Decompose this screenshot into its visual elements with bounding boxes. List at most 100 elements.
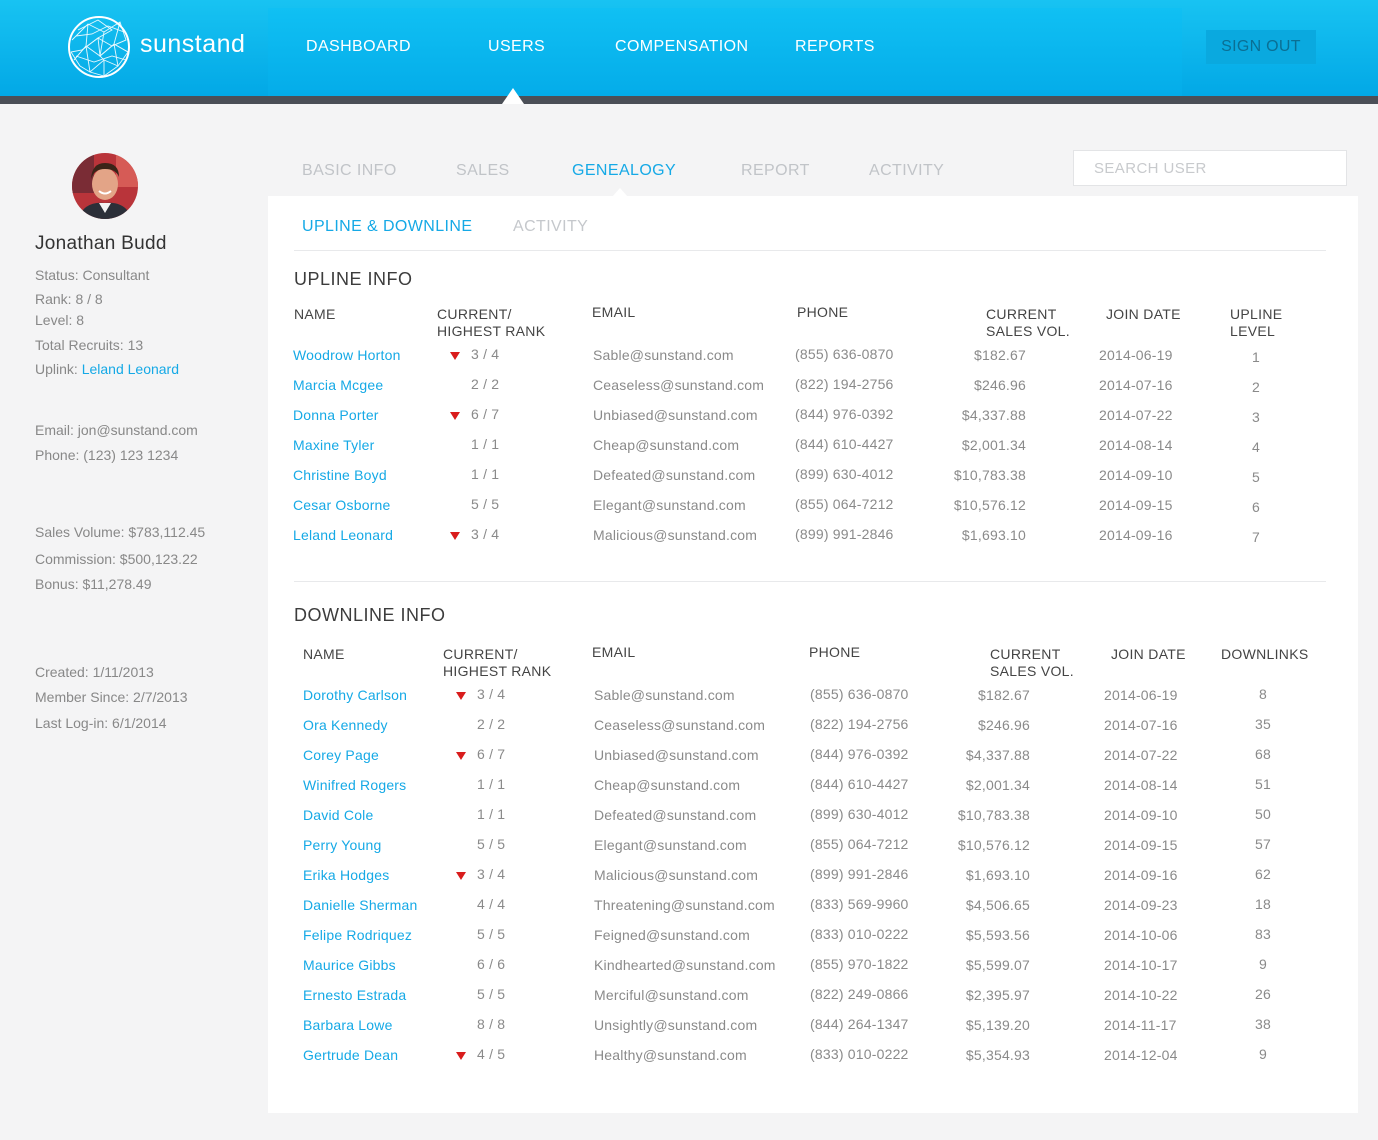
profile-member-since: Member Since: 2/7/2013	[35, 689, 188, 705]
rank-down-arrow-icon	[456, 752, 466, 760]
sunstand-logo-icon[interactable]	[68, 16, 130, 78]
upline-col-sales-line: CURRENT	[986, 306, 1057, 322]
upline-row-name-link[interactable]: Donna Porter	[293, 407, 379, 423]
upline-col-upline-level: UPLINE LEVEL	[1230, 306, 1282, 340]
upline-row-join-date: 2014-08-14	[1099, 437, 1173, 453]
downline-row-rank: 8 / 8	[477, 1016, 506, 1032]
downline-row-downlinks: 9	[1259, 956, 1267, 972]
downline-col-last-line: DOWNLINKS	[1221, 646, 1309, 662]
upline-row-phone: (844) 976-0392	[795, 406, 894, 422]
downline-row-name-link[interactable]: Maurice Gibbs	[303, 957, 396, 973]
downline-row-join-date: 2014-09-16	[1104, 867, 1178, 883]
downline-row-name-link[interactable]: Dorothy Carlson	[303, 687, 407, 703]
upline-row-email: Malicious@sunstand.com	[593, 527, 758, 543]
brand-name[interactable]: sunstand	[140, 30, 245, 59]
sign-out-button[interactable]: SIGN OUT	[1206, 30, 1316, 64]
downline-row-name-link[interactable]: Barbara Lowe	[303, 1017, 393, 1033]
upline-row-name-link[interactable]: Marcia Mcgee	[293, 377, 383, 393]
downline-row-downlinks: 57	[1255, 836, 1271, 852]
downline-row-rank: 4 / 5	[477, 1046, 506, 1062]
upline-col-phone: PHONE	[797, 304, 849, 320]
downline-row-sales: $10,576.12	[957, 837, 1030, 853]
downline-row-name-link[interactable]: Danielle Sherman	[303, 897, 417, 913]
downline-title: DOWNLINE INFO	[294, 605, 446, 625]
downline-row-join-date: 2014-10-06	[1104, 927, 1178, 943]
nav-compensation[interactable]: COMPENSATION	[615, 38, 748, 56]
rank-down-arrow-icon	[456, 692, 466, 700]
profile-email: Email: jon@sunstand.com	[35, 422, 198, 438]
downline-row-join-date: 2014-12-04	[1104, 1047, 1178, 1063]
upline-row-upline-level: 2	[1252, 379, 1260, 395]
downline-row-phone: (844) 264-1347	[810, 1016, 909, 1032]
downline-row-name-link[interactable]: Winifred Rogers	[303, 777, 406, 793]
upline-row-upline-level: 6	[1252, 499, 1260, 515]
genealogy-panel: UPLINE & DOWNLINE ACTIVITY UPLINE INFO D…	[268, 196, 1358, 1113]
downline-row-downlinks: 68	[1255, 746, 1271, 762]
tab-genealogy[interactable]: GENEALOGY	[572, 162, 676, 180]
upline-row-name-link[interactable]: Woodrow Horton	[293, 347, 401, 363]
upline-row-join-date: 2014-09-10	[1099, 467, 1173, 483]
nav-dashboard[interactable]: DASHBOARD	[306, 38, 411, 56]
search-user-input[interactable]	[1073, 150, 1347, 186]
profile-phone: Phone: (123) 123 1234	[35, 447, 179, 463]
upline-row-name-link[interactable]: Christine Boyd	[293, 467, 387, 483]
downline-row-phone: (822) 249-0866	[810, 986, 909, 1002]
upline-row-name-link[interactable]: Cesar Osborne	[293, 497, 391, 513]
downline-row-join-date: 2014-07-22	[1104, 747, 1178, 763]
downline-row-join-date: 2014-09-23	[1104, 897, 1178, 913]
nav-reports[interactable]: REPORTS	[795, 38, 875, 56]
profile-last-login: Last Log-in: 6/1/2014	[35, 715, 167, 731]
downline-row-downlinks: 8	[1259, 686, 1267, 702]
downline-row-name-link[interactable]: Felipe Rodriquez	[303, 927, 412, 943]
downline-col-sales-line: CURRENT	[990, 646, 1061, 662]
tab-sales[interactable]: SALES	[456, 162, 510, 180]
downline-row-name-link[interactable]: Corey Page	[303, 747, 379, 763]
downline-row-rank: 1 / 1	[477, 806, 506, 822]
upline-col-rank-line: CURRENT/	[437, 306, 512, 322]
subtab-activity[interactable]: ACTIVITY	[513, 218, 588, 236]
upline-row-name-link[interactable]: Maxine Tyler	[293, 437, 375, 453]
downline-row-downlinks: 51	[1255, 776, 1271, 792]
downline-row-downlinks: 50	[1255, 806, 1271, 822]
uplink-link[interactable]: Leland Leonard	[82, 361, 179, 377]
upline-row-email: Ceaseless@sunstand.com	[593, 377, 765, 393]
downline-row-email: Threatening@sunstand.com	[594, 897, 775, 913]
downline-row-email: Unbiased@sunstand.com	[594, 747, 759, 763]
downline-row-name-link[interactable]: Ernesto Estrada	[303, 987, 406, 1003]
upline-row-upline-level: 5	[1252, 469, 1260, 485]
subtab-upline-downline[interactable]: UPLINE & DOWNLINE	[302, 218, 472, 236]
upline-row-sales: $246.96	[973, 377, 1026, 393]
downline-row-name-link[interactable]: Ora Kennedy	[303, 717, 388, 733]
upline-col-name: NAME	[294, 306, 336, 322]
profile-uplink: Uplink: Leland Leonard	[35, 361, 179, 377]
downline-row-name-link[interactable]: Gertrude Dean	[303, 1047, 398, 1063]
downline-row-email: Malicious@sunstand.com	[594, 867, 759, 883]
downline-row-name-link[interactable]: David Cole	[303, 807, 373, 823]
tab-basic-info[interactable]: BASIC INFO	[302, 162, 397, 180]
upline-col-last-line: LEVEL	[1230, 323, 1276, 339]
downline-row-email: Merciful@sunstand.com	[594, 987, 749, 1003]
upline-row-upline-level: 7	[1252, 529, 1260, 545]
downline-col-phone: PHONE	[809, 644, 861, 660]
downline-row-name-link[interactable]: Perry Young	[303, 837, 381, 853]
downline-row-downlinks: 83	[1255, 926, 1271, 942]
upline-row-rank: 6 / 7	[471, 406, 500, 422]
tab-report[interactable]: REPORT	[741, 162, 810, 180]
upline-row-email: Unbiased@sunstand.com	[593, 407, 758, 423]
downline-row-phone: (844) 610-4427	[810, 776, 909, 792]
downline-row-sales: $1,693.10	[965, 867, 1030, 883]
downline-row-phone: (833) 010-0222	[810, 1046, 909, 1062]
downline-row-rank: 1 / 1	[477, 776, 506, 792]
upline-row-name-link[interactable]: Leland Leonard	[293, 527, 393, 543]
downline-col-rank-line: HIGHEST RANK	[443, 663, 552, 679]
upline-row-phone: (822) 194-2756	[795, 376, 894, 392]
upline-row-join-date: 2014-06-19	[1099, 347, 1173, 363]
tab-activity[interactable]: ACTIVITY	[869, 162, 944, 180]
upline-row-phone: (855) 064-7212	[795, 496, 894, 512]
nav-users[interactable]: USERS	[488, 38, 545, 56]
profile-level: Level: 8	[35, 312, 85, 328]
downline-row-rank: 3 / 4	[477, 866, 506, 882]
downline-row-sales: $5,593.56	[965, 927, 1030, 943]
downline-row-name-link[interactable]: Erika Hodges	[303, 867, 389, 883]
profile-recruits: Total Recruits: 13	[35, 337, 144, 353]
